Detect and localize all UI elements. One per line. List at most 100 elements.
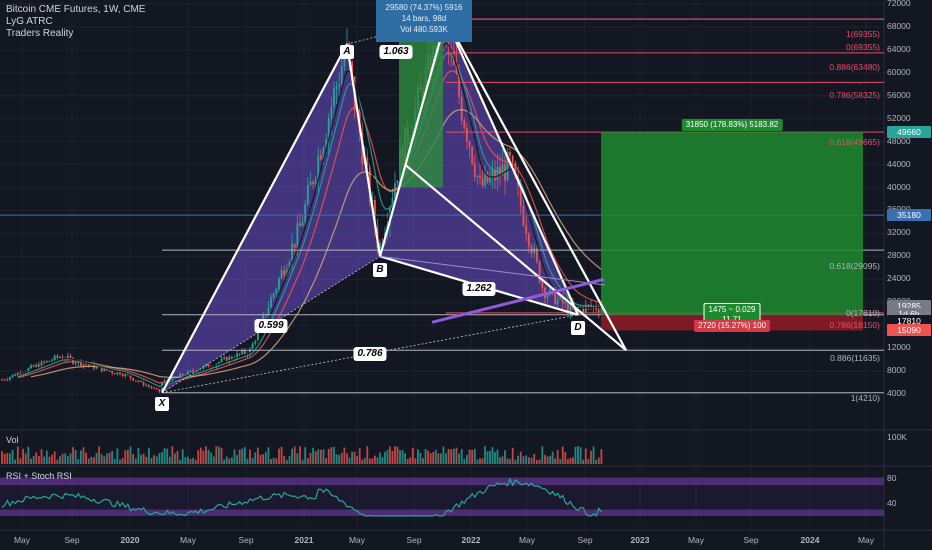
candle-body — [280, 270, 283, 279]
volume-bar — [126, 449, 129, 464]
volume-bar — [399, 450, 401, 464]
candle-body — [179, 373, 182, 377]
chart-legend: Bitcoin CME Futures, 1W, CME LyG ATRC Tr… — [6, 4, 145, 40]
candle-body — [340, 66, 343, 85]
candle-body — [466, 127, 468, 142]
volume-bar — [79, 450, 82, 464]
volume-bar — [299, 446, 301, 464]
time-axis-tick: Sep — [64, 535, 80, 545]
fib-level-label: 1(4210) — [850, 393, 880, 403]
volume-bar — [236, 455, 238, 464]
position-target-label: 31850 (178.83%) 5183.82 — [681, 119, 783, 132]
volume-bar — [455, 447, 458, 464]
volume-bar — [538, 459, 541, 464]
candle-body — [124, 373, 127, 377]
candle-body — [69, 355, 72, 359]
fib-level-label: 0(69355) — [845, 42, 880, 52]
fib-level-label: 0.618(29095) — [829, 261, 880, 271]
volume-bar — [317, 449, 320, 464]
volume-bar — [3, 453, 6, 464]
volume-bar — [340, 452, 343, 464]
volume-bar — [554, 458, 557, 464]
candle-body — [272, 293, 275, 298]
candle-body — [597, 309, 600, 312]
volume-bar — [569, 457, 572, 464]
volume-bar — [381, 457, 384, 464]
volume-bar — [447, 448, 450, 464]
volume-bar — [582, 459, 585, 464]
volume-bar — [161, 451, 163, 464]
volume-bar — [90, 456, 93, 464]
volume-bar — [579, 447, 582, 464]
price-axis-tick: 68000 — [887, 20, 911, 31]
volume-bar — [45, 450, 48, 464]
volume-bar — [285, 459, 288, 464]
fib-level-label: 0(17810) — [845, 308, 880, 318]
candle-body — [32, 365, 35, 367]
price-tag-49660: 49660 — [887, 126, 931, 139]
volume-bar — [506, 458, 509, 464]
volume-bar — [145, 456, 148, 464]
volume-bar — [309, 452, 312, 464]
volume-bar — [64, 453, 67, 464]
price-axis-tick: 4000 — [887, 388, 906, 398]
volume-bar — [93, 457, 95, 464]
volume-bar — [168, 456, 171, 464]
candle-body — [468, 141, 471, 147]
candle-body — [53, 355, 56, 361]
candle-body — [108, 370, 111, 372]
candle-body — [319, 155, 322, 160]
volume-bar — [592, 446, 595, 464]
indicator-lyg-atrc[interactable]: LyG ATRC — [6, 16, 145, 28]
chart-canvas[interactable] — [0, 0, 932, 550]
volume-bar — [409, 457, 412, 464]
volume-bar — [251, 457, 254, 464]
volume-bar — [215, 446, 218, 464]
volume-bar — [468, 449, 471, 464]
indicator-traders-reality[interactable]: Traders Reality — [6, 28, 145, 40]
candle-body — [278, 278, 280, 290]
volume-bar — [556, 449, 559, 464]
volume-bar — [259, 454, 262, 464]
volume-bar — [51, 454, 53, 464]
volume-bar — [119, 459, 121, 464]
volume-bar — [335, 454, 338, 464]
volume-bar — [514, 459, 517, 464]
fib-level-label: 0.618(49665) — [829, 137, 880, 147]
candle-body — [479, 175, 481, 179]
price-axis-tick: 44000 — [887, 158, 911, 169]
volume-bar — [22, 448, 24, 464]
candle-body — [254, 341, 257, 344]
fib-level-label: 1(69355) — [845, 29, 880, 39]
candle-body — [556, 298, 559, 305]
candle-body — [150, 386, 153, 388]
rsi-axis-tick: 80 — [887, 472, 897, 483]
volume-bar — [220, 448, 223, 464]
volume-bar — [322, 449, 325, 464]
measure-stats-box: 29580 (74.37%) 5916 14 bars, 98d Vol 480… — [376, 0, 472, 42]
candle-body — [312, 181, 314, 185]
volume-bar — [210, 452, 213, 464]
measure-stats-line2: 14 bars, 98d — [401, 14, 447, 23]
volume-bar — [386, 450, 389, 464]
candle-body — [243, 350, 246, 355]
volume-bar — [207, 449, 210, 464]
time-axis-tick: May — [179, 535, 197, 545]
volume-bar — [371, 458, 374, 464]
volume-bar — [499, 457, 501, 464]
candle-body — [145, 385, 148, 387]
volume-bar — [59, 456, 61, 464]
volume-bar — [48, 456, 51, 464]
volume-bar — [401, 450, 404, 464]
volume-bar — [511, 447, 514, 464]
volume-bar — [121, 458, 124, 464]
volume-bar — [85, 452, 87, 464]
volume-bar — [166, 448, 169, 464]
volume-bar — [327, 448, 330, 464]
candle-body — [275, 289, 278, 294]
candle — [471, 145, 474, 166]
volume-bar — [489, 450, 491, 464]
volume-bar — [304, 447, 307, 464]
time-axis-tick: May — [857, 535, 875, 545]
volume-bar — [384, 451, 386, 464]
